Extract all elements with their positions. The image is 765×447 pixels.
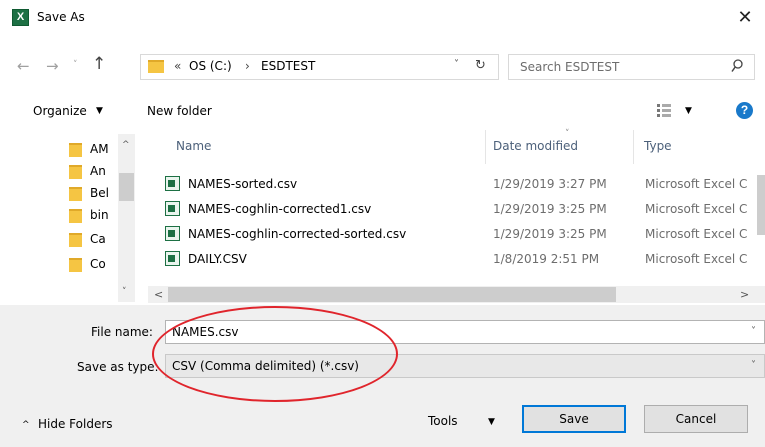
- up-arrow-icon[interactable]: ↑: [92, 54, 106, 74]
- view-options-icon[interactable]: [656, 103, 672, 117]
- folder-icon: [69, 143, 82, 157]
- search-placeholder: Search ESDTEST: [520, 60, 620, 74]
- list-vertical-scroll-thumb[interactable]: [757, 175, 765, 235]
- hide-folders-button[interactable]: Hide Folders: [38, 417, 113, 431]
- file-name: NAMES-coghlin-corrected-sorted.csv: [188, 227, 407, 241]
- save-as-type-label: Save as type:: [77, 360, 159, 374]
- scroll-down-icon[interactable]: ˅: [122, 287, 127, 297]
- file-type: Microsoft Excel C: [645, 252, 748, 266]
- navigation-pane: AM An Bel bin Ca Co: [0, 132, 160, 302]
- address-bar[interactable]: « OS (C:) › ESDTEST ˅ ↻: [140, 54, 499, 80]
- list-horizontal-scrollbar[interactable]: < >: [148, 286, 765, 303]
- excel-csv-file-icon: [165, 251, 180, 266]
- tree-scrollbar[interactable]: [118, 134, 135, 302]
- new-folder-button[interactable]: New folder: [147, 104, 212, 118]
- column-header-name[interactable]: Name: [176, 139, 211, 153]
- tree-folder-label: An: [90, 164, 106, 178]
- column-header-type[interactable]: Type: [644, 139, 672, 153]
- folder-icon: [69, 233, 82, 247]
- file-date: 1/29/2019 3:27 PM: [493, 177, 607, 191]
- file-name-label: File name:: [91, 325, 153, 339]
- tools-dropdown-icon[interactable]: ▼: [488, 417, 495, 427]
- save-button[interactable]: Save: [522, 405, 626, 433]
- tree-scroll-thumb[interactable]: [119, 173, 134, 201]
- file-row[interactable]: NAMES-coghlin-corrected1.csv 1/29/2019 3…: [163, 198, 755, 221]
- view-dropdown-icon[interactable]: ▼: [685, 106, 692, 116]
- file-type: Microsoft Excel C: [645, 202, 748, 216]
- save-as-type-select[interactable]: CSV (Comma delimited) (*.csv) ˅: [165, 354, 765, 378]
- excel-csv-file-icon: [165, 226, 180, 241]
- breadcrumb-overflow-icon[interactable]: «: [174, 59, 181, 73]
- file-name: DAILY.CSV: [188, 252, 247, 266]
- folder-icon: [69, 165, 82, 179]
- search-icon: [731, 59, 743, 72]
- folder-icon: [69, 258, 82, 272]
- excel-app-icon: X: [12, 9, 29, 26]
- file-row[interactable]: DAILY.CSV 1/8/2019 2:51 PM Microsoft Exc…: [163, 248, 755, 271]
- file-name-dropdown-icon[interactable]: ˅: [751, 326, 756, 337]
- organize-dropdown-icon[interactable]: ▼: [96, 106, 103, 116]
- forward-arrow-icon[interactable]: →: [46, 57, 59, 75]
- folder-icon: [69, 187, 82, 201]
- command-bar: Organize ▼ New folder ▼ ?: [0, 92, 765, 128]
- scroll-right-icon[interactable]: >: [740, 288, 749, 301]
- file-type: Microsoft Excel C: [645, 227, 748, 241]
- organize-button[interactable]: Organize: [33, 104, 87, 118]
- recent-locations-chevron-icon[interactable]: ˅: [73, 60, 78, 70]
- column-divider[interactable]: [485, 130, 486, 164]
- folder-icon: [148, 60, 164, 73]
- search-input[interactable]: Search ESDTEST: [508, 54, 755, 80]
- folder-icon: [69, 209, 82, 223]
- tree-folder-label: Bel: [90, 186, 109, 200]
- refresh-icon[interactable]: ↻: [475, 58, 486, 73]
- sort-indicator-icon: ˅: [565, 129, 570, 139]
- breadcrumb-separator-icon[interactable]: ›: [245, 59, 250, 73]
- file-date: 1/29/2019 3:25 PM: [493, 227, 607, 241]
- horizontal-scroll-thumb[interactable]: [168, 287, 616, 302]
- tree-folder-label: Co: [90, 257, 106, 271]
- window-title: Save As: [37, 10, 85, 24]
- file-row[interactable]: NAMES-sorted.csv 1/29/2019 3:27 PM Micro…: [163, 173, 755, 196]
- tree-folder-label: AM: [90, 142, 109, 156]
- file-type: Microsoft Excel C: [645, 177, 748, 191]
- scroll-up-icon[interactable]: ^: [122, 140, 130, 150]
- excel-csv-file-icon: [165, 176, 180, 191]
- tools-button[interactable]: Tools: [428, 414, 458, 428]
- address-dropdown-icon[interactable]: ˅: [454, 59, 459, 70]
- file-name-input[interactable]: NAMES.csv ˅: [165, 320, 765, 344]
- chevron-up-icon[interactable]: ^: [22, 420, 30, 430]
- breadcrumb-drive[interactable]: OS (C:): [189, 59, 232, 73]
- column-divider[interactable]: [633, 130, 634, 164]
- file-date: 1/8/2019 2:51 PM: [493, 252, 600, 266]
- cancel-button[interactable]: Cancel: [644, 405, 748, 433]
- excel-csv-file-icon: [165, 201, 180, 216]
- tree-folder-label: bin: [90, 208, 109, 222]
- title-bar: [0, 0, 765, 38]
- tree-folder-label: Ca: [90, 232, 106, 246]
- file-name: NAMES-sorted.csv: [188, 177, 298, 191]
- back-arrow-icon[interactable]: ←: [17, 57, 30, 75]
- help-icon[interactable]: ?: [736, 102, 753, 119]
- scroll-left-icon[interactable]: <: [154, 288, 163, 301]
- file-name-value: NAMES.csv: [172, 325, 239, 339]
- file-name: NAMES-coghlin-corrected1.csv: [188, 202, 372, 216]
- save-as-type-dropdown-icon[interactable]: ˅: [751, 360, 756, 371]
- column-header-date[interactable]: Date modified: [493, 139, 578, 153]
- file-date: 1/29/2019 3:25 PM: [493, 202, 607, 216]
- close-button[interactable]: ✕: [728, 4, 762, 32]
- save-as-type-value: CSV (Comma delimited) (*.csv): [172, 359, 359, 373]
- file-row[interactable]: NAMES-coghlin-corrected-sorted.csv 1/29/…: [163, 223, 755, 246]
- breadcrumb-folder[interactable]: ESDTEST: [261, 59, 315, 73]
